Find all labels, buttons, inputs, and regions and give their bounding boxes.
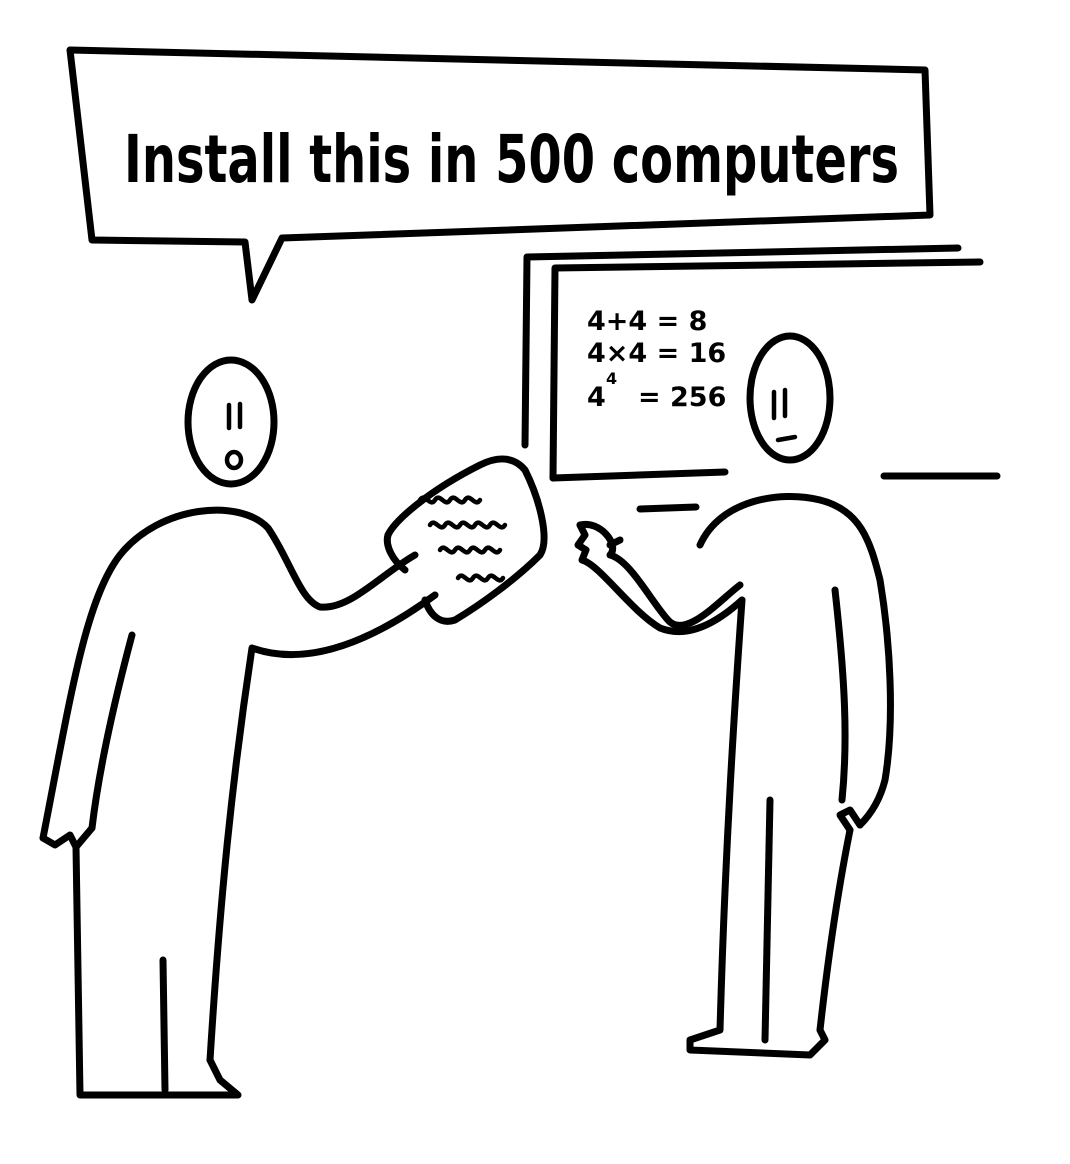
screen-line-3-exponent: 4 — [606, 369, 617, 388]
cartoon-scene: Install this in 500 computers 4+4 = 8 4×… — [39, 46, 1001, 1099]
person-left-mouth — [224, 449, 244, 471]
person-left — [39, 356, 439, 1099]
paper-scribble-1 — [417, 495, 483, 505]
paper-scribble-4 — [455, 573, 506, 583]
person-right — [574, 332, 894, 1059]
screen-line-3-base: 4 — [587, 382, 606, 413]
person-right-mouth — [775, 434, 798, 443]
paper-scribble-2 — [427, 520, 508, 530]
paper-sheet — [383, 455, 548, 625]
paper-scribble-3 — [437, 545, 503, 555]
person-right-eyes — [771, 387, 788, 421]
person-right-head — [746, 332, 834, 464]
person-left-eyes — [226, 401, 243, 431]
screen-line-1: 4+4 = 8 — [587, 306, 707, 337]
screen-line-3-result: = 256 — [638, 382, 726, 413]
speech-bubble-text: Install this in 500 computers — [124, 121, 899, 198]
computer-monitor: 4+4 = 8 4×4 = 16 4 4 = 256 — [521, 244, 1001, 513]
screen-line-2: 4×4 = 16 — [587, 338, 726, 369]
